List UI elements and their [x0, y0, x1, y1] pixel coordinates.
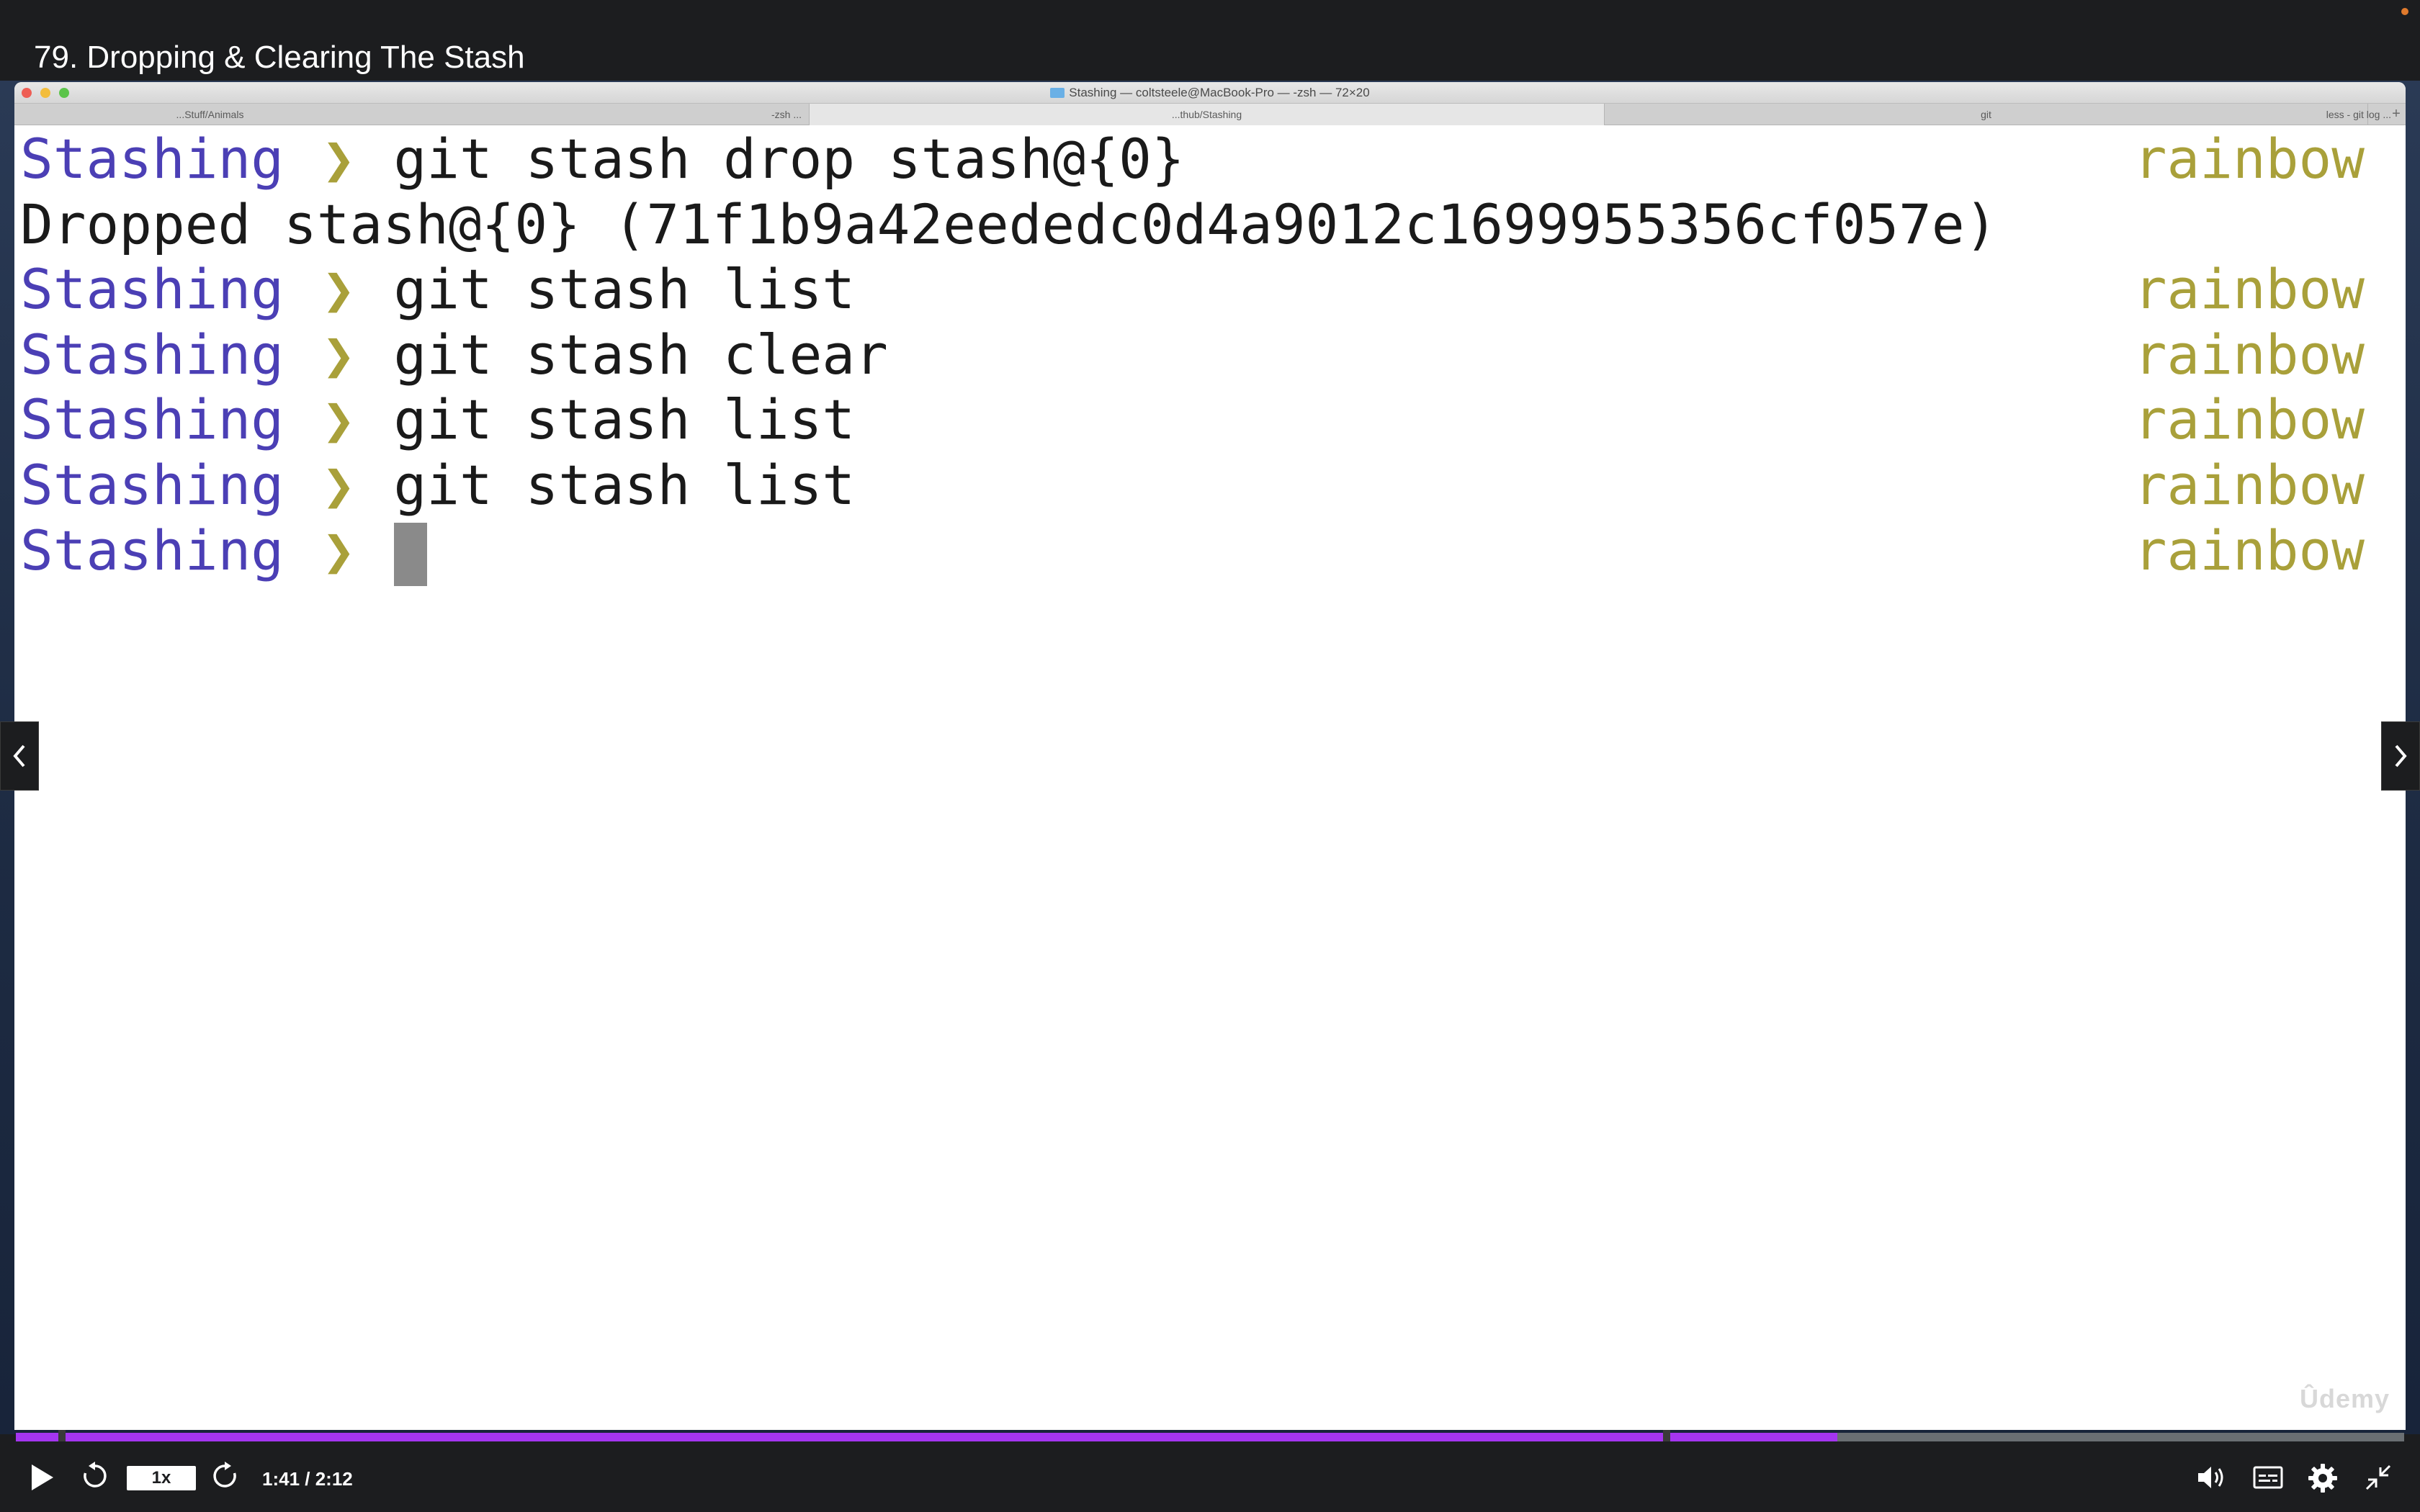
tab-right-label: -zsh ... [771, 109, 802, 120]
command-text: git stash clear [393, 322, 888, 387]
previous-lecture-button[interactable] [0, 721, 39, 791]
terminal-cursor [393, 522, 427, 586]
gear-icon[interactable] [2308, 1463, 2338, 1493]
command-text: git stash list [393, 387, 856, 452]
right-prompt: rainbow [2133, 387, 2365, 452]
window-title-text: Stashing — coltsteele@MacBook-Pro — -zsh… [1069, 86, 1370, 99]
rewind-icon[interactable] [81, 1462, 109, 1490]
tab-git[interactable]: git [1605, 104, 2368, 125]
prompt-arrow: ❯ [289, 518, 388, 582]
prompt-arrow: ❯ [289, 322, 388, 387]
right-prompt: rainbow [2133, 452, 2365, 517]
tab-label: ...thub/Stashing [1171, 109, 1242, 120]
tab-stashing[interactable]: ...thub/Stashing [810, 104, 1605, 125]
window-title: Stashing — coltsteele@MacBook-Pro — -zsh… [14, 82, 2406, 104]
terminal-prompt-line: Stashing ❯ git stash list rainbow [20, 257, 2397, 323]
time-display: 1:41 / 2:12 [262, 1468, 353, 1490]
exit-fullscreen-icon[interactable] [2364, 1463, 2393, 1492]
right-prompt: rainbow [2133, 322, 2365, 387]
progress-fill [16, 1433, 1838, 1441]
progress-bar[interactable] [16, 1430, 2404, 1444]
command-text: git stash list [393, 257, 856, 322]
right-prompt: rainbow [2133, 257, 2365, 322]
prompt-directory: Stashing [20, 387, 284, 452]
playback-speed-button[interactable]: 1x [127, 1466, 196, 1490]
prompt-arrow: ❯ [289, 387, 388, 452]
tab-animals[interactable]: ...Stuff/Animals -zsh ... [14, 104, 810, 125]
terminal-prompt-line: Stashing ❯ git stash clear rainbow [20, 323, 2397, 388]
tab-label: git [1981, 109, 1991, 120]
terminal-window: Stashing — coltsteele@MacBook-Pro — -zsh… [14, 82, 2406, 1430]
prompt-directory: Stashing [20, 322, 284, 387]
tab-label: ...Stuff/Animals [176, 109, 244, 120]
udemy-watermark: Ûdemy [2299, 1384, 2390, 1413]
lecture-title: 79. Dropping & Clearing The Stash [34, 40, 525, 75]
folder-icon [1050, 88, 1065, 98]
next-lecture-button[interactable] [2381, 721, 2420, 791]
terminal-prompt-line: Stashing ❯ git stash list rainbow [20, 453, 2397, 518]
notification-dot [2401, 8, 2408, 15]
player-header: 79. Dropping & Clearing The Stash [0, 0, 2420, 81]
prompt-directory: Stashing [20, 452, 284, 517]
forward-icon[interactable] [210, 1462, 239, 1490]
prompt-directory: Stashing [20, 127, 284, 191]
prompt-arrow: ❯ [289, 452, 388, 517]
terminal-titlebar: Stashing — coltsteele@MacBook-Pro — -zsh… [14, 82, 2406, 104]
right-prompt: rainbow [2133, 518, 2365, 582]
terminal-output-line: Dropped stash@{0} (71f1b9a42eededc0d4a90… [20, 192, 2397, 258]
right-prompt: rainbow [2133, 127, 2365, 191]
volume-icon[interactable] [2197, 1463, 2227, 1492]
play-icon[interactable] [32, 1464, 53, 1490]
prompt-arrow: ❯ [289, 127, 388, 191]
output-text: Dropped stash@{0} (71f1b9a42eededc0d4a90… [20, 192, 1998, 256]
tab-less-git-log[interactable]: less - git log ... [2326, 104, 2391, 125]
player-controls: 1x 1:41 / 2:12 [0, 1441, 2420, 1512]
command-text: git stash drop stash@{0} [393, 127, 1185, 191]
prompt-arrow: ❯ [289, 257, 388, 322]
terminal-prompt-line: Stashing ❯ rainbow [20, 518, 2397, 586]
terminal-tabbar: ...Stuff/Animals -zsh ... ...thub/Stashi… [14, 104, 2406, 125]
prompt-directory: Stashing [20, 518, 284, 582]
captions-icon[interactable] [2253, 1466, 2283, 1489]
terminal-output[interactable]: Stashing ❯ git stash drop stash@{0} rainb… [20, 127, 2397, 1430]
chevron-right-icon [2395, 744, 2407, 768]
command-text: git stash list [393, 452, 856, 517]
terminal-prompt-line: Stashing ❯ git stash drop stash@{0} rainb… [20, 127, 2397, 192]
tab-right-label: less - git log ... [2326, 109, 2391, 120]
chevron-left-icon [13, 744, 25, 768]
terminal-prompt-line: Stashing ❯ git stash list rainbow [20, 387, 2397, 453]
prompt-directory: Stashing [20, 257, 284, 322]
